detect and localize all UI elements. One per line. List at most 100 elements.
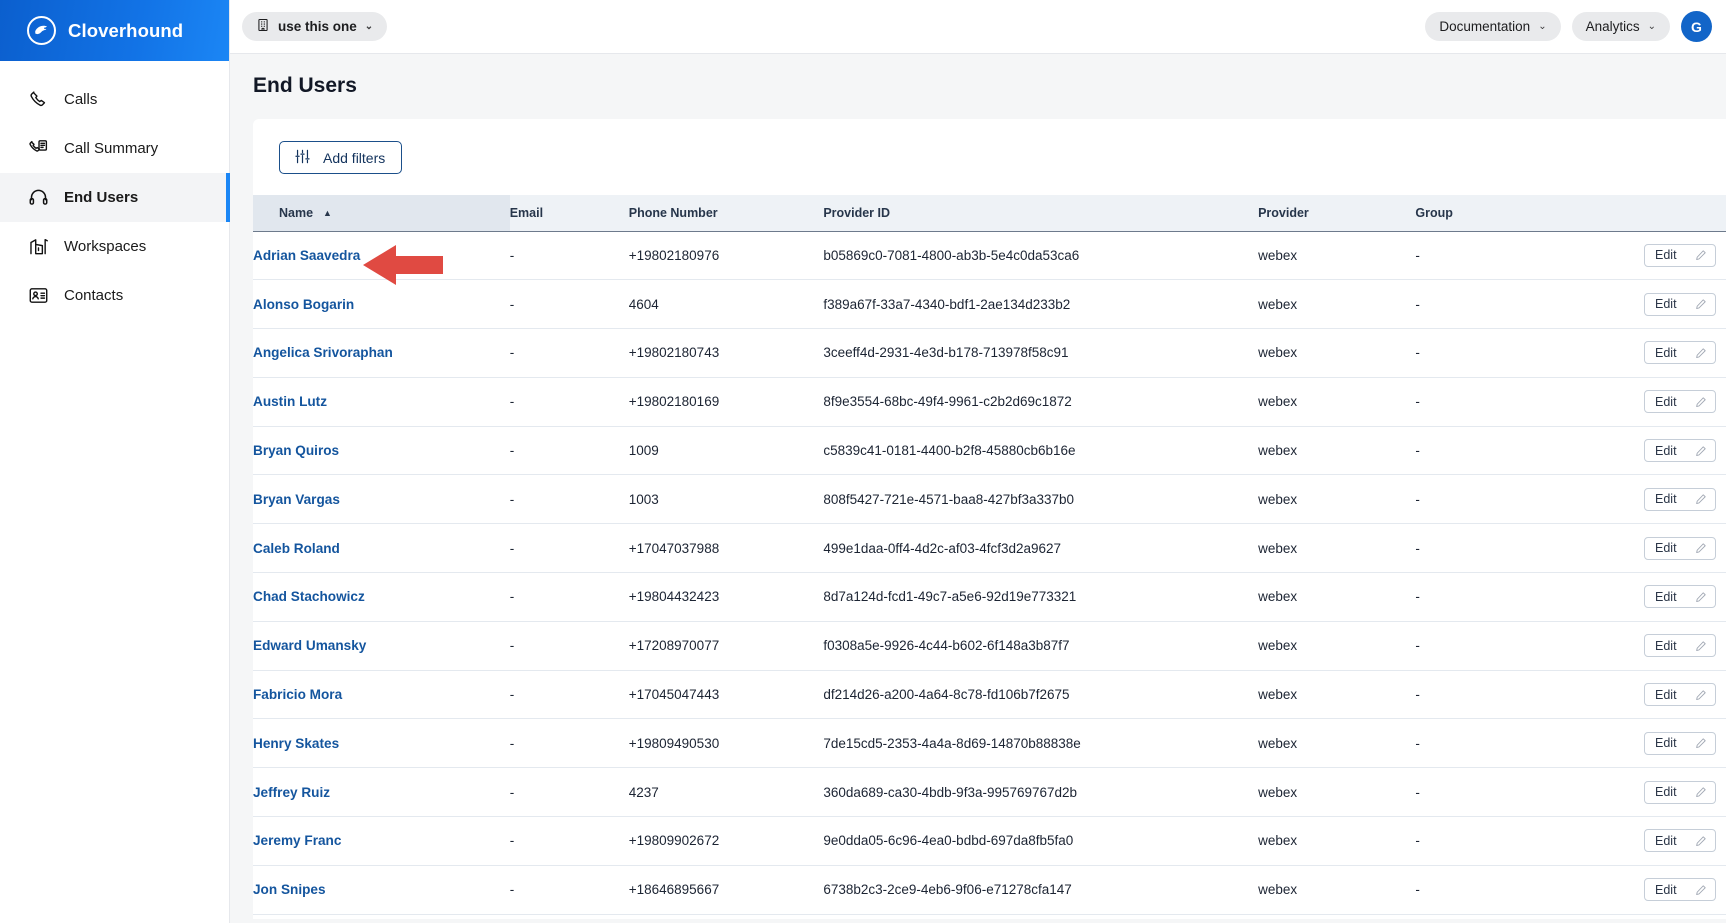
end-user-link[interactable]: Bryan Vargas: [253, 492, 340, 507]
analytics-dropdown[interactable]: Analytics ⌄: [1571, 12, 1670, 41]
cell-email: -: [509, 865, 629, 915]
edit-button[interactable]: Edit: [1644, 243, 1716, 267]
cell-name: Fabricio Mora: [253, 670, 510, 720]
end-user-link[interactable]: Jeremy Franc: [253, 833, 341, 848]
cell-group: -: [1415, 572, 1561, 622]
cell-actions: Edit: [1560, 767, 1726, 818]
cell-provider: webex: [1258, 523, 1416, 574]
pencil-icon: [1695, 493, 1707, 505]
end-user-link[interactable]: Alonso Bogarin: [253, 297, 354, 312]
cell-provider: webex: [1258, 718, 1416, 769]
column-header-provider[interactable]: Provider: [1258, 195, 1416, 232]
cell-provider: webex: [1258, 231, 1416, 281]
cell-provider-id: c5839c41-0181-4400-b2f8-45880cb6b16e: [823, 426, 1259, 476]
table-row: Adrian Saavedra - +19802180976 b05869c0-708…: [253, 231, 1726, 281]
chevron-down-icon: ⌄: [364, 20, 374, 32]
edit-button[interactable]: Edit: [1644, 390, 1716, 414]
table-header-row: Name ▲ Email Phone Number Provider ID Pr…: [253, 195, 1726, 232]
add-filters-button[interactable]: Add filters: [279, 141, 403, 174]
edit-button[interactable]: Edit: [1644, 487, 1716, 511]
edit-button[interactable]: Edit: [1644, 585, 1716, 609]
table-row: Austin Lutz - +19802180169 8f9e3554-68bc-49…: [253, 377, 1726, 427]
end-user-link[interactable]: Caleb Roland: [253, 541, 340, 556]
end-user-link[interactable]: Fabricio Mora: [253, 687, 342, 702]
cell-provider: webex: [1258, 279, 1416, 330]
cell-group: -: [1415, 670, 1561, 720]
edit-button[interactable]: Edit: [1644, 878, 1716, 902]
edit-button[interactable]: Edit: [1644, 829, 1716, 853]
column-header-phone-number[interactable]: Phone Number: [628, 195, 824, 232]
cell-name: Jeremy Franc: [253, 816, 510, 866]
end-user-link[interactable]: Jeffrey Ruiz: [253, 785, 330, 800]
main-area: use this one ⌄ Documentation ⌄ Analytics…: [230, 0, 1726, 923]
chevron-down-icon: ⌄: [1647, 20, 1656, 32]
cell-phone-number: +17208970077: [628, 621, 824, 671]
sidebar-item-call-summary[interactable]: Call Summary: [0, 124, 229, 173]
cell-provider-id: 7de15cd5-2353-4a4a-8d69-14870b88838e: [823, 718, 1259, 769]
sidebar-item-contacts[interactable]: Contacts: [0, 271, 229, 320]
documentation-label: Documentation: [1439, 19, 1531, 34]
column-header-actions: [1560, 195, 1726, 232]
sort-ascending-icon: ▲: [323, 207, 332, 218]
pencil-icon: [1695, 542, 1707, 554]
edit-button-label: Edit: [1655, 345, 1677, 360]
sidebar-item-end-users[interactable]: End Users: [0, 173, 230, 222]
edit-button[interactable]: Edit: [1644, 341, 1716, 365]
sidebar-item-workspaces[interactable]: Workspaces: [0, 222, 229, 271]
end-user-link[interactable]: Austin Lutz: [253, 394, 327, 409]
cell-provider: webex: [1258, 767, 1416, 818]
cell-provider: webex: [1258, 426, 1416, 476]
cell-actions: Edit: [1560, 377, 1726, 427]
cell-email: -: [509, 523, 629, 574]
cell-email: -: [509, 231, 629, 281]
cell-provider-id: b05869c0-7081-4800-ab3b-5e4c0da53ca6: [823, 231, 1259, 281]
cell-provider-id: 499e1daa-0ff4-4d2c-af03-4fcf3d2a9627: [823, 523, 1259, 574]
edit-button[interactable]: Edit: [1644, 731, 1716, 755]
sidebar-item-label: Workspaces: [64, 238, 147, 255]
end-user-link[interactable]: Edward Umansky: [253, 638, 366, 653]
column-header-email[interactable]: Email: [509, 195, 629, 232]
edit-button[interactable]: Edit: [1644, 536, 1716, 560]
pencil-icon: [1695, 347, 1707, 359]
pencil-icon: [1695, 737, 1707, 749]
cell-provider-id: 9e0dda05-6c96-4ea0-bdbd-697da8fb5fa0: [823, 816, 1259, 866]
cell-name: Edward Umansky: [253, 621, 510, 671]
cell-actions: Edit: [1560, 523, 1726, 574]
cell-name: Henry Skates: [253, 718, 510, 769]
column-header-provider-id[interactable]: Provider ID: [823, 195, 1259, 232]
cell-actions: Edit: [1560, 474, 1726, 525]
end-user-link[interactable]: Bryan Quiros: [253, 443, 339, 458]
edit-button[interactable]: Edit: [1644, 292, 1716, 316]
edit-button[interactable]: Edit: [1644, 780, 1716, 804]
end-user-link[interactable]: Chad Stachowicz: [253, 589, 365, 604]
edit-button[interactable]: Edit: [1644, 634, 1716, 658]
end-user-link[interactable]: Adrian Saavedra: [253, 248, 360, 263]
end-user-link[interactable]: Angelica Srivoraphan: [253, 345, 393, 360]
cloverhound-logo-icon: [27, 16, 56, 45]
cell-provider: webex: [1258, 670, 1416, 720]
cell-group: -: [1415, 426, 1561, 476]
end-user-link[interactable]: Henry Skates: [253, 736, 339, 751]
column-header-name[interactable]: Name ▲: [253, 195, 510, 232]
edit-button[interactable]: Edit: [1644, 683, 1716, 707]
sidebar: Cloverhound Calls Call Summary End Users…: [0, 0, 230, 923]
sidebar-item-calls[interactable]: Calls: [0, 75, 229, 124]
edit-button-label: Edit: [1655, 833, 1677, 848]
cell-phone-number: +18646895667: [628, 865, 824, 915]
avatar[interactable]: G: [1681, 11, 1712, 42]
column-header-group[interactable]: Group: [1415, 195, 1561, 232]
brand-name: Cloverhound: [68, 19, 184, 41]
org-selector-dropdown[interactable]: use this one ⌄: [242, 12, 388, 41]
cell-email: -: [509, 572, 629, 622]
cell-actions: Edit: [1560, 572, 1726, 622]
cell-email: -: [509, 621, 629, 671]
cell-phone-number: +19802180976: [628, 231, 824, 281]
table-row: Caleb Roland - +17047037988 499e1daa-0ff4-4…: [253, 523, 1726, 574]
end-user-link[interactable]: Jon Snipes: [253, 882, 326, 897]
brand-header[interactable]: Cloverhound: [0, 0, 229, 61]
table-row: Edward Umansky - +17208970077 f0308a5e-9926…: [253, 621, 1726, 671]
documentation-dropdown[interactable]: Documentation ⌄: [1425, 12, 1561, 41]
edit-button[interactable]: Edit: [1644, 439, 1716, 463]
cell-provider: webex: [1258, 474, 1416, 525]
cell-group: -: [1415, 718, 1561, 769]
